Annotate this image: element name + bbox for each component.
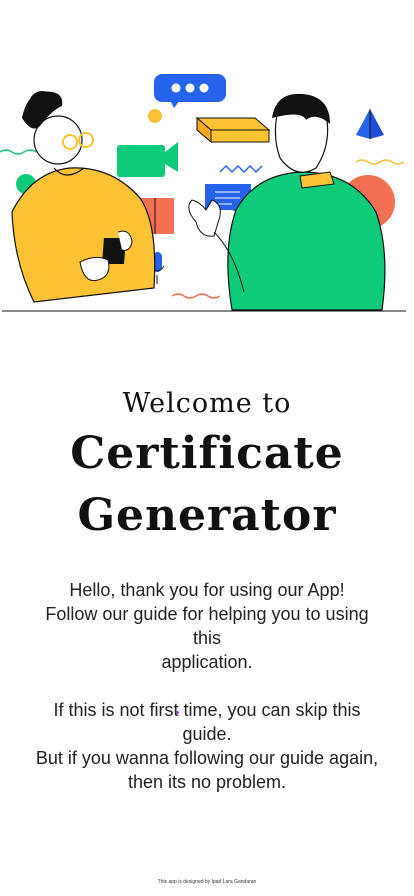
chat-bubble-icon	[154, 74, 226, 108]
squiggle-green	[0, 149, 37, 155]
intro-line: then its no problem.	[127, 772, 287, 792]
app-title-line1: Certificate	[70, 428, 344, 479]
zigzag-blue	[219, 164, 263, 174]
squiggle-coral	[171, 293, 221, 299]
woman-illustration	[11, 91, 156, 303]
pyramid-icon	[356, 109, 384, 139]
yellow-circle	[148, 109, 162, 123]
yellow-box	[195, 116, 271, 144]
intro-text: Hello, thank you for using our App! Foll…	[30, 578, 384, 794]
app-title-line2: Generator	[77, 490, 337, 541]
intro-line: But if you wanna following our guide aga…	[35, 748, 379, 768]
decorative-dot	[176, 711, 179, 714]
footer-credit: This app is designed by Ipad Lara Gandar…	[157, 879, 257, 885]
hero-illustration	[0, 0, 414, 330]
intro-line: application.	[161, 652, 253, 672]
video-camera-icon	[117, 142, 178, 177]
intro-line: Hello, thank you for using our App!	[69, 580, 345, 600]
intro-line: If this is not first time, you can skip …	[53, 700, 361, 744]
intro-line: Follow our guide for helping you to usin…	[45, 604, 369, 648]
squiggle-yellow	[355, 159, 405, 165]
welcome-heading: Welcome to	[122, 388, 292, 419]
